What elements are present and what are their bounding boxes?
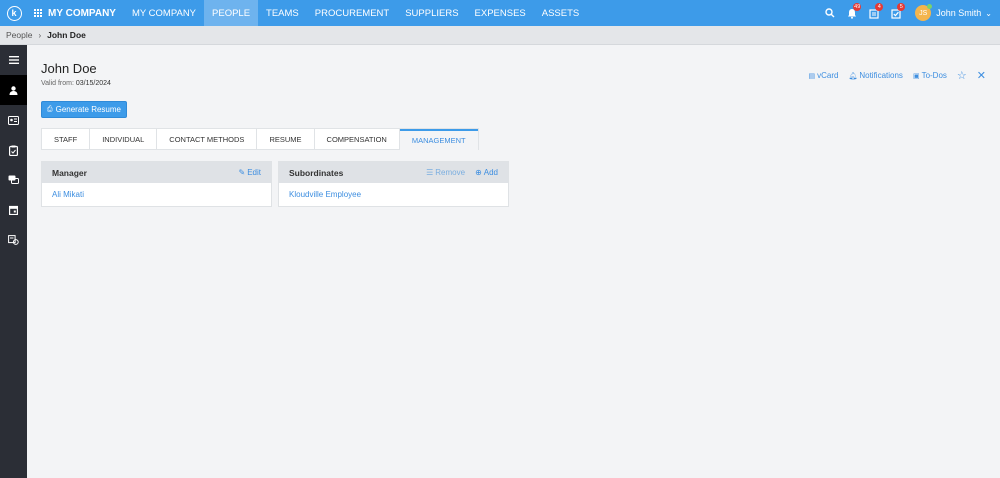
print-icon: ⎙: [47, 105, 53, 113]
edit-manager-button[interactable]: ✎ Edit: [239, 168, 262, 177]
valid-from-value: 03/15/2024: [75, 80, 111, 87]
sidebar-item-messages[interactable]: [0, 165, 27, 195]
tab-compensation[interactable]: COMPENSATION: [315, 129, 400, 150]
subordinates-panel-header: Subordinates ☰ Remove ⊕ Add: [279, 162, 508, 183]
tasks-icon[interactable]: 4: [863, 0, 885, 26]
notifications-link[interactable]: 🔔︎ Notifications: [848, 71, 902, 80]
user-menu[interactable]: John Smith: [936, 8, 981, 18]
tab-contact-methods[interactable]: CONTACT METHODS: [157, 129, 258, 150]
valid-from: Valid from: 03/15/2024: [41, 80, 111, 87]
list-remove-icon: ☰: [426, 168, 434, 177]
vcard-link[interactable]: ▤ vCard: [809, 71, 839, 80]
avatar-initials: JS: [919, 9, 928, 17]
todo-check-icon[interactable]: 5: [885, 0, 907, 26]
avatar[interactable]: JS: [915, 4, 933, 21]
manager-panel: Manager ✎ Edit Ali Mikati: [41, 161, 272, 207]
tab-individual[interactable]: INDIVIDUAL: [90, 129, 158, 150]
todos-badge: 5: [897, 3, 906, 11]
nav-assets[interactable]: ASSETS: [534, 0, 588, 26]
todos-link[interactable]: ▣ To-Dos: [913, 71, 947, 80]
todos-label: To-Dos: [921, 71, 947, 80]
sidebar-item-clipboard[interactable]: [0, 135, 27, 165]
page-title: John Doe: [41, 61, 97, 76]
subordinates-panel-actions: ☰ Remove ⊕ Add: [416, 168, 498, 177]
plus-circle-icon: ⊕: [475, 168, 482, 177]
search-icon[interactable]: [819, 0, 841, 26]
chevron-down-icon[interactable]: ⌄: [985, 9, 992, 18]
id-card-icon: [8, 115, 19, 125]
vcard-icon: ▤: [808, 72, 816, 80]
valid-from-label: Valid from:: [41, 80, 74, 87]
nav-suppliers[interactable]: SUPPLIERS: [397, 0, 466, 26]
page-actions: ▤ vCard 🔔︎ Notifications ▣ To-Dos ☆ ✕: [799, 69, 987, 82]
generate-resume-button[interactable]: ⎙ Generate Resume: [41, 101, 127, 118]
chat-icon: [8, 175, 19, 184]
top-navbar: k MY COMPANY MY COMPANY PEOPLE TEAMS PRO…: [0, 0, 1000, 26]
profile-tabs: STAFF INDIVIDUAL CONTACT METHODS RESUME …: [41, 128, 479, 150]
manager-panel-header: Manager ✎ Edit: [42, 162, 271, 183]
subordinate-row: Kloudville Employee: [279, 183, 508, 206]
manager-panel-actions: ✎ Edit: [229, 168, 262, 177]
tab-resume[interactable]: RESUME: [257, 129, 315, 150]
breadcrumb-people[interactable]: People: [6, 30, 32, 40]
tab-management[interactable]: MANAGEMENT: [399, 129, 478, 150]
nav-procurement[interactable]: PROCUREMENT: [307, 0, 397, 26]
star-icon[interactable]: ☆: [957, 69, 967, 82]
nav-my-company[interactable]: MY COMPANY: [124, 0, 204, 26]
apps-grid-icon: [34, 8, 43, 18]
notifications-badge: 49: [853, 3, 862, 11]
assets-icon: [8, 235, 19, 245]
left-sidebar: [0, 45, 27, 478]
chevron-right-icon: ›: [38, 30, 42, 40]
sidebar-item-assets[interactable]: [0, 225, 27, 255]
logo-k-icon: k: [6, 5, 22, 21]
nav-expenses[interactable]: EXPENSES: [467, 0, 534, 26]
bell-icon[interactable]: 49: [841, 0, 863, 26]
subordinate-link[interactable]: Kloudville Employee: [289, 190, 361, 199]
remove-subordinate-button[interactable]: ☰ Remove: [426, 168, 465, 177]
subordinates-panel: Subordinates ☰ Remove ⊕ Add Kloudville E…: [278, 161, 509, 207]
manager-row: Ali Mikati: [42, 183, 271, 206]
pencil-icon: ✎: [238, 168, 246, 177]
tasks-badge: 4: [875, 3, 884, 11]
company-switcher[interactable]: MY COMPANY: [28, 0, 124, 26]
breadcrumb: People › John Doe: [0, 26, 1000, 45]
sidebar-item-calendar[interactable]: [0, 195, 27, 225]
add-label: Add: [483, 168, 498, 177]
clipboard-icon: [9, 145, 18, 156]
sidebar-item-id-card[interactable]: [0, 105, 27, 135]
bell-icon: 🔔︎: [848, 72, 858, 80]
manager-link[interactable]: Ali Mikati: [52, 190, 84, 199]
main-content: John Doe Valid from: 03/15/2024 ⎙ Genera…: [27, 45, 1000, 478]
notifications-label: Notifications: [859, 71, 903, 80]
calendar-icon: [9, 205, 18, 215]
manager-panel-title: Manager: [52, 167, 87, 178]
tab-staff[interactable]: STAFF: [42, 129, 91, 150]
remove-label: Remove: [435, 168, 466, 177]
nav-right-tools: 49 4 5 JS John Smith ⌄: [819, 0, 1000, 26]
clipboard-icon: ▣: [912, 72, 920, 80]
edit-label: Edit: [247, 168, 261, 177]
add-subordinate-button[interactable]: ⊕ Add: [475, 168, 498, 177]
close-icon[interactable]: ✕: [977, 69, 986, 82]
subordinates-panel-title: Subordinates: [289, 167, 344, 178]
online-status-dot: [927, 4, 933, 9]
hamburger-menu-icon[interactable]: [0, 45, 27, 75]
person-icon: [9, 85, 18, 95]
nav-people[interactable]: PEOPLE: [204, 0, 259, 26]
breadcrumb-current: John Doe: [47, 30, 86, 40]
nav-teams[interactable]: TEAMS: [258, 0, 307, 26]
app-logo[interactable]: k: [0, 0, 28, 26]
brand-label: MY COMPANY: [48, 7, 116, 19]
vcard-label: vCard: [817, 71, 839, 80]
sidebar-item-person[interactable]: [0, 75, 27, 105]
generate-resume-label: Generate Resume: [55, 105, 121, 114]
